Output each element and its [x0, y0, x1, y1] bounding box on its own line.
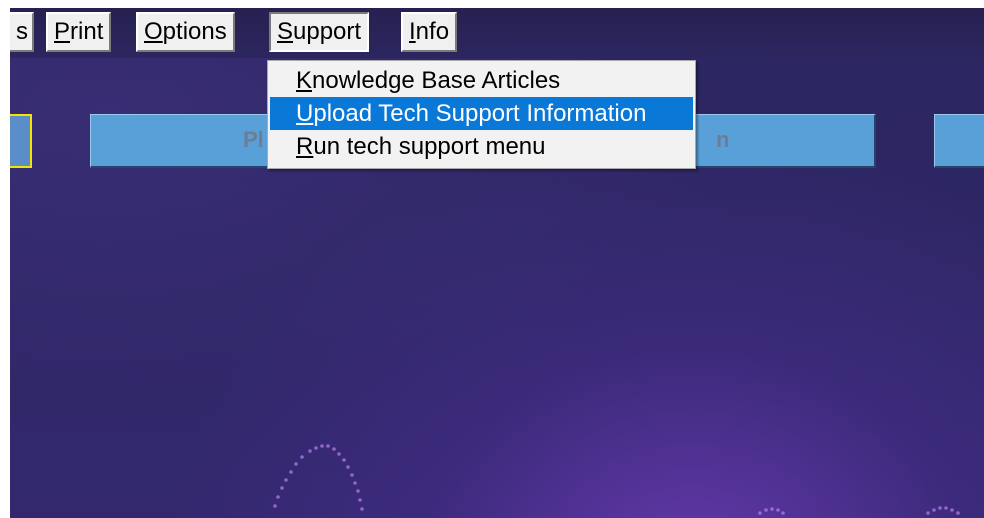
menu-item-knowledge-base[interactable]: Knowledge Base Articles [270, 64, 693, 97]
menu-item-upload-tech-support[interactable]: Upload Tech Support Information [270, 97, 693, 130]
support-dropdown-menu: Knowledge Base Articles Upload Tech Supp… [267, 60, 696, 169]
menu-item-run-tech-support[interactable]: Run tech support menu [270, 130, 693, 163]
app-window: s Print Options Support Info Pl n Knowle… [10, 8, 984, 518]
